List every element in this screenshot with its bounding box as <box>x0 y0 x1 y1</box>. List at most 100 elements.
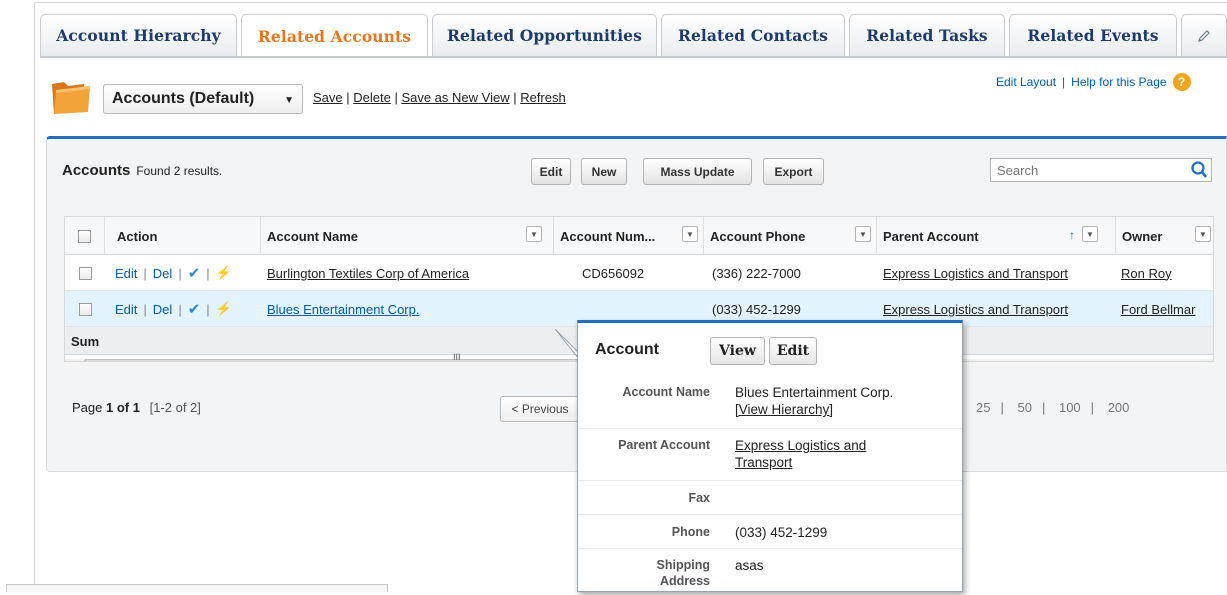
delete-link[interactable]: Del <box>153 266 173 281</box>
svg-text:◀: ◀ <box>70 359 77 362</box>
grid-header: Action Account Name ▼ Account Num... ▼ A… <box>65 217 1213 255</box>
tab-related-accounts[interactable]: Related Accounts <box>241 14 428 58</box>
header-action: Action <box>105 217 261 255</box>
page-value: 1 of 1 <box>105 400 140 415</box>
help-icon[interactable]: ? <box>1172 73 1191 91</box>
chevron-down-icon[interactable]: ▼ <box>1082 226 1098 242</box>
parent-account-link[interactable]: Express Logistics and Transport <box>883 266 1068 281</box>
parent-account-link[interactable]: Express Logistics and Transport <box>735 438 866 470</box>
popup-field-account-name: Account Name Blues Entertainment Corp. [… <box>578 375 962 429</box>
account-phone-cell: (336) 222-7000 <box>712 265 801 281</box>
search-box <box>990 158 1212 182</box>
field-value: Blues Entertainment Corp. [View Hierarch… <box>735 384 910 418</box>
field-label: Account Name <box>622 385 710 399</box>
tab-related-tasks[interactable]: Related Tasks <box>849 14 1005 56</box>
tab-account-hierarchy[interactable]: Account Hierarchy <box>40 14 237 56</box>
tab-label: Related Tasks <box>866 26 988 45</box>
mass-update-button[interactable]: Mass Update <box>643 158 752 185</box>
tab-related-contacts[interactable]: Related Contacts <box>661 14 845 56</box>
header-owner[interactable]: Owner ▼ <box>1116 217 1213 255</box>
header-account-name[interactable]: Account Name ▼ <box>261 217 554 255</box>
owner-cell: Ford Bellmar <box>1116 291 1213 327</box>
account-name-link[interactable]: Burlington Textiles Corp of America <box>267 266 469 281</box>
column-label: Account Num... <box>560 228 656 244</box>
lightning-icon[interactable]: ⚡ <box>216 301 232 317</box>
edit-link[interactable]: Edit <box>115 266 137 281</box>
folder-icon <box>52 82 90 114</box>
refresh-link[interactable]: Refresh <box>520 90 566 105</box>
column-label: Parent Account <box>883 228 979 244</box>
popup-pointer <box>555 329 579 359</box>
tab-label: Related Events <box>1027 26 1159 45</box>
chevron-down-icon: ▼ <box>284 95 294 106</box>
tab-edit-pencil[interactable] <box>1181 14 1227 56</box>
search-icon[interactable] <box>1190 160 1208 180</box>
search-input[interactable] <box>991 159 1181 181</box>
row-select <box>65 255 105 291</box>
page-size-links: 25 | 50 | 100 | 200 <box>976 400 1130 415</box>
tab-related-opportunities[interactable]: Related Opportunities <box>432 14 657 56</box>
help-link[interactable]: Help for this Page <box>1071 75 1166 89</box>
lightning-icon[interactable]: ⚡ <box>216 265 232 281</box>
tab-label: Related Contacts <box>677 26 828 45</box>
tab-related-events[interactable]: Related Events <box>1009 14 1177 56</box>
save-view-link[interactable]: Save <box>313 90 343 105</box>
popup-edit-button[interactable]: Edit <box>769 337 817 365</box>
checkmark-icon[interactable]: ✔ <box>188 300 201 318</box>
header-account-phone[interactable]: Account Phone ▼ <box>704 217 877 255</box>
row-checkbox[interactable] <box>78 302 92 316</box>
account-number-cell: CD656092 <box>582 265 645 281</box>
page-size-50[interactable]: 50 <box>1017 400 1031 415</box>
view-select[interactable]: Accounts (Default) ▼ <box>103 84 303 114</box>
save-as-new-view-link[interactable]: Save as New View <box>401 90 509 105</box>
popup-field-phone: Phone (033) 452-1299 <box>578 515 962 549</box>
delete-link[interactable]: Del <box>153 302 173 317</box>
tab-label: Related Accounts <box>257 27 412 46</box>
header-account-number[interactable]: Account Num... ▼ <box>554 217 704 255</box>
view-hierarchy-link[interactable]: [View Hierarchy] <box>735 402 833 417</box>
sum-label: Sum <box>71 333 100 349</box>
tab-label: Account Hierarchy <box>56 26 221 45</box>
column-label: Account Name <box>267 228 359 244</box>
chevron-down-icon[interactable]: ▼ <box>855 226 871 242</box>
top-links: Edit Layout | Help for this Page ? <box>996 73 1191 91</box>
page-size-200[interactable]: 200 <box>1108 400 1130 415</box>
select-all-checkbox[interactable] <box>78 229 91 243</box>
edit-link[interactable]: Edit <box>115 302 137 317</box>
chevron-down-icon[interactable]: ▼ <box>1195 226 1211 242</box>
field-label: Parent Account <box>618 438 710 452</box>
panel-title: Accounts Found 2 results. <box>62 162 222 179</box>
column-label: Account Phone <box>710 228 806 244</box>
checkmark-icon[interactable]: ✔ <box>188 264 201 282</box>
field-label: Phone <box>671 525 710 539</box>
parent-account-link[interactable]: Express Logistics and Transport <box>883 302 1068 317</box>
row-checkbox[interactable] <box>78 266 92 280</box>
view-select-value: Accounts (Default) <box>112 90 255 107</box>
previous-button[interactable]: < Previous <box>500 396 580 422</box>
edit-button[interactable]: Edit <box>531 158 571 185</box>
view-links: Save | Delete | Save as New View | Refre… <box>313 90 566 105</box>
owner-link[interactable]: Ron Roy <box>1121 266 1172 281</box>
filter-icon[interactable]: ▼ <box>526 226 542 242</box>
account-name-link[interactable]: Blues Entertainment Corp. <box>267 302 419 317</box>
popup-view-button[interactable]: View <box>710 337 765 365</box>
account-name-value: Blues Entertainment Corp. <box>735 385 894 400</box>
export-button[interactable]: Export <box>763 158 824 185</box>
scroll-grip: III <box>453 352 461 362</box>
delete-view-link[interactable]: Delete <box>353 90 391 105</box>
popup-field-shipping-address: Shipping Address asas <box>578 549 962 595</box>
column-label: Action <box>117 228 158 244</box>
tab-underline <box>40 56 1227 58</box>
field-label: Shipping Address <box>656 558 710 588</box>
page-size-25[interactable]: 25 <box>976 400 990 415</box>
owner-link[interactable]: Ford Bellmar <box>1121 302 1195 317</box>
popup-field-parent-account: Parent Account Express Logistics and Tra… <box>578 429 962 481</box>
page-size-100[interactable]: 100 <box>1059 400 1081 415</box>
page-range: [1-2 of 2] <box>149 400 201 415</box>
page-info: Page 1 of 1 [1-2 of 2] <box>72 400 201 415</box>
header-parent-account[interactable]: Parent Account ↑ ▼ <box>877 217 1116 255</box>
chevron-down-icon[interactable]: ▼ <box>682 226 698 242</box>
new-button[interactable]: New <box>581 158 627 185</box>
edit-layout-link[interactable]: Edit Layout <box>996 75 1056 89</box>
table-row[interactable]: Edit | Del | ✔ | ⚡ Burlington Textiles Corp… <box>65 255 1213 291</box>
